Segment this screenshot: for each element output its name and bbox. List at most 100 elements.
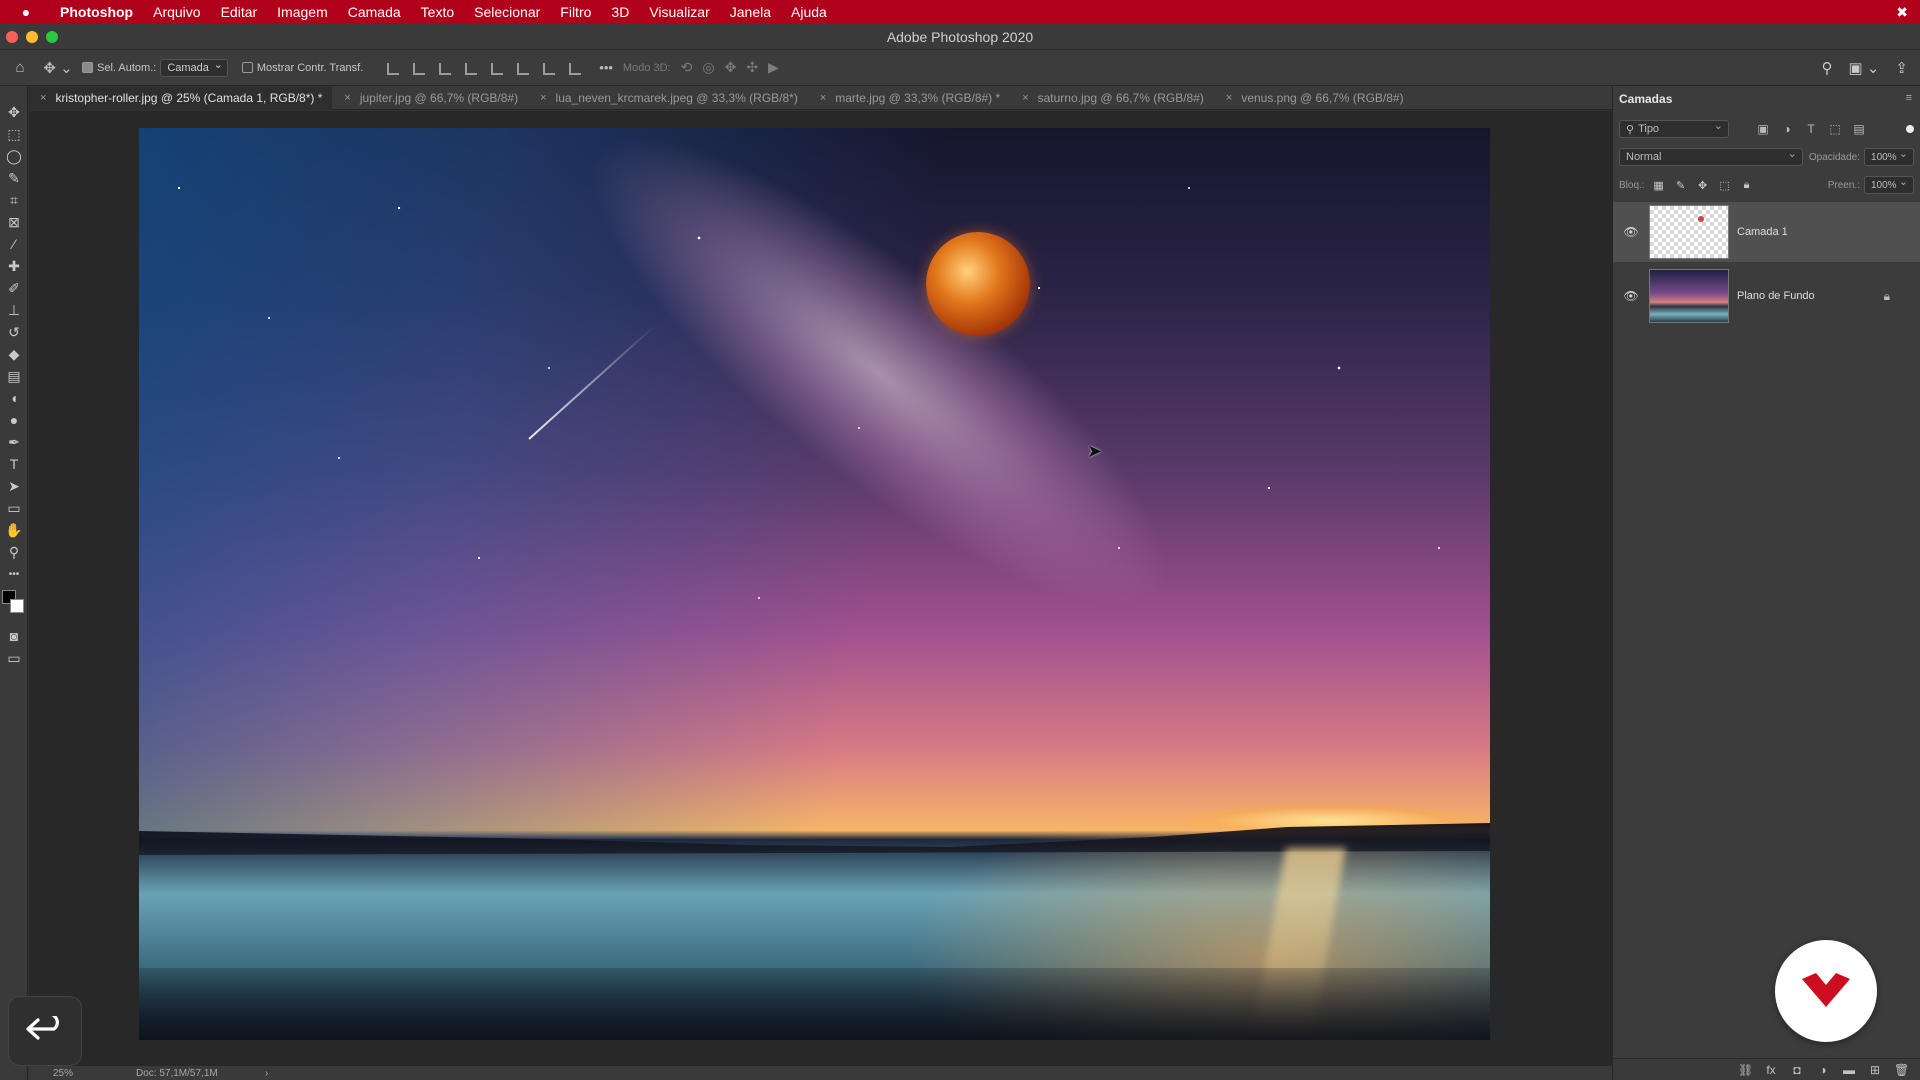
align-left-icon[interactable] <box>384 60 400 76</box>
filter-adjustment-icon[interactable]: ◑ <box>1779 121 1795 137</box>
layer-style-icon[interactable]: fx <box>1764 1063 1778 1077</box>
orbit-3d-icon[interactable]: ⟲ <box>681 59 693 76</box>
color-swatches[interactable] <box>2 590 26 616</box>
show-transform-check-icon[interactable] <box>241 62 253 73</box>
document-tab[interactable]: × venus.png @ 66,7% (RGB/8#) <box>1214 86 1414 110</box>
frame-tool[interactable]: ⊠ <box>4 212 24 232</box>
layer-row-plano-de-fundo[interactable]: 👁︎ Plano de Fundo 🔒︎ <box>1613 266 1920 326</box>
document-tab[interactable]: × jupiter.jpg @ 66,7% (RGB/8#) <box>332 86 528 110</box>
layer-name[interactable]: Camada 1 <box>1737 226 1788 238</box>
blur-tool[interactable]: ◖ <box>4 388 24 408</box>
menu-camada[interactable]: Camada <box>338 0 411 24</box>
align-bottom-icon[interactable] <box>540 60 556 76</box>
apple-icon[interactable]: ● <box>14 4 38 20</box>
creative-cloud-icon[interactable]: ✖ <box>1896 0 1908 24</box>
gradient-tool[interactable]: ▤ <box>4 366 24 386</box>
close-tab-icon[interactable]: × <box>1226 92 1232 104</box>
document-canvas[interactable] <box>139 128 1490 1040</box>
lock-all-icon[interactable]: 🔒︎ <box>1739 177 1755 193</box>
layer-row-camada-1[interactable]: 👁︎ Camada 1 <box>1613 202 1920 262</box>
align-middle-icon[interactable] <box>514 60 530 76</box>
zoom-level[interactable]: 25% <box>53 1068 73 1079</box>
show-transform-checkbox[interactable]: Mostrar Contr. Transf. <box>241 62 363 74</box>
filter-shape-icon[interactable]: ⬚ <box>1827 121 1843 137</box>
auto-select-check-icon[interactable] <box>82 62 93 73</box>
pan-3d-icon[interactable]: ✥ <box>725 59 737 76</box>
lock-artboard-icon[interactable]: ⬚ <box>1717 177 1733 193</box>
zoom-tool[interactable]: ⚲ <box>4 542 24 562</box>
screen-mode-icon[interactable]: ▭ <box>4 648 24 668</box>
filter-pixel-icon[interactable]: ▣ <box>1755 121 1771 137</box>
roll-3d-icon[interactable]: ◎ <box>702 59 714 76</box>
move-tool-preset-icon[interactable]: ✥ ⌄ <box>40 59 76 77</box>
lasso-tool[interactable]: ◯ <box>4 146 24 166</box>
more-options-button[interactable]: ••• <box>599 60 613 75</box>
quick-select-tool[interactable]: ✎ <box>4 168 24 188</box>
status-menu-arrow[interactable]: › <box>265 1068 268 1079</box>
lock-transparency-icon[interactable]: ▦ <box>1651 177 1667 193</box>
blend-mode-dropdown[interactable]: Normal <box>1619 147 1803 166</box>
panel-menu-icon[interactable]: ≡ <box>1906 92 1912 104</box>
document-tab[interactable]: × marte.jpg @ 33,3% (RGB/8#) * <box>808 86 1010 110</box>
document-tab[interactable]: × kristopher-roller.jpg @ 25% (Camada 1, … <box>28 85 333 110</box>
type-tool[interactable]: T <box>4 454 24 474</box>
eye-icon[interactable]: 👁︎ <box>1613 225 1649 239</box>
menu-imagem[interactable]: Imagem <box>267 0 338 24</box>
new-adjustment-icon[interactable]: ◑ <box>1816 1063 1830 1077</box>
menu-arquivo[interactable]: Arquivo <box>143 0 210 24</box>
history-brush-tool[interactable]: ↺ <box>4 322 24 342</box>
eyedropper-tool[interactable]: ⁄ <box>4 234 24 254</box>
menu-3d[interactable]: 3D <box>601 0 639 24</box>
auto-select-target-dropdown[interactable]: Camada <box>160 58 228 77</box>
menu-ajuda[interactable]: Ajuda <box>781 0 837 24</box>
filter-type-icon[interactable]: T <box>1803 121 1819 137</box>
distribute-h-icon[interactable] <box>566 60 582 76</box>
rectangle-tool[interactable]: ▭ <box>4 498 24 518</box>
lock-position-icon[interactable]: ✥ <box>1695 177 1711 193</box>
share-icon[interactable]: ⇪ <box>1895 59 1908 77</box>
quick-mask-icon[interactable]: ◙ <box>4 626 24 646</box>
menu-filtro[interactable]: Filtro <box>550 0 601 24</box>
close-tab-icon[interactable]: × <box>1022 92 1028 104</box>
close-tab-icon[interactable]: × <box>820 92 826 104</box>
layer-filter-dropdown[interactable]: ⚲ Tipo <box>1619 119 1729 138</box>
menu-visualizar[interactable]: Visualizar <box>639 0 719 24</box>
menu-selecionar[interactable]: Selecionar <box>464 0 550 24</box>
brush-tool[interactable]: ✐ <box>4 278 24 298</box>
align-center-h-icon[interactable] <box>410 60 426 76</box>
auto-select-checkbox[interactable]: Sel. Autom.: <box>82 62 156 74</box>
move-tool[interactable]: ✥ <box>4 102 24 122</box>
distribute-v-icon[interactable] <box>462 60 478 76</box>
new-layer-icon[interactable]: ⊞ <box>1868 1063 1882 1077</box>
workspace-icon[interactable]: ▣ ⌄ <box>1849 59 1880 77</box>
close-tab-icon[interactable]: × <box>40 92 46 104</box>
dodge-tool[interactable]: ● <box>4 410 24 430</box>
fill-input[interactable]: 100% <box>1864 175 1914 194</box>
filter-smart-object-icon[interactable]: ▤ <box>1851 121 1867 137</box>
home-icon[interactable]: ⌂ <box>0 59 40 76</box>
scale-3d-icon[interactable]: ▶ <box>768 59 779 76</box>
filter-toggle-icon[interactable] <box>1906 125 1914 133</box>
add-mask-icon[interactable]: ◘ <box>1790 1063 1804 1077</box>
crop-tool[interactable]: ⌗ <box>4 190 24 210</box>
delete-layer-icon[interactable]: 🗑︎ <box>1894 1063 1909 1077</box>
document-tab[interactable]: × saturno.jpg @ 66,7% (RGB/8#) <box>1010 86 1214 110</box>
pen-tool[interactable]: ✒ <box>4 432 24 452</box>
background-color-swatch[interactable] <box>10 599 24 613</box>
layer-lock-icon[interactable]: 🔒︎ <box>1884 289 1890 304</box>
new-group-icon[interactable]: ▬ <box>1842 1063 1856 1077</box>
slide-3d-icon[interactable]: ✣ <box>746 59 758 76</box>
marquee-tool[interactable]: ⬚ <box>4 124 24 144</box>
menu-janela[interactable]: Janela <box>720 0 781 24</box>
align-right-icon[interactable] <box>436 60 452 76</box>
eye-icon[interactable]: 👁︎ <box>1613 289 1649 303</box>
link-layers-icon[interactable]: ⛓ <box>1738 1063 1753 1077</box>
document-tab[interactable]: × lua_neven_krcmarek.jpeg @ 33,3% (RGB/8*… <box>528 86 808 110</box>
undo-button[interactable] <box>8 996 82 1066</box>
hand-tool[interactable]: ✋ <box>4 520 24 540</box>
healing-tool[interactable]: ✚ <box>4 256 24 276</box>
stamp-tool[interactable]: ⊥ <box>4 300 24 320</box>
lock-pixels-icon[interactable]: ✎ <box>1673 177 1689 193</box>
path-select-tool[interactable]: ➤ <box>4 476 24 496</box>
menu-photoshop[interactable]: Photoshop <box>50 0 143 24</box>
